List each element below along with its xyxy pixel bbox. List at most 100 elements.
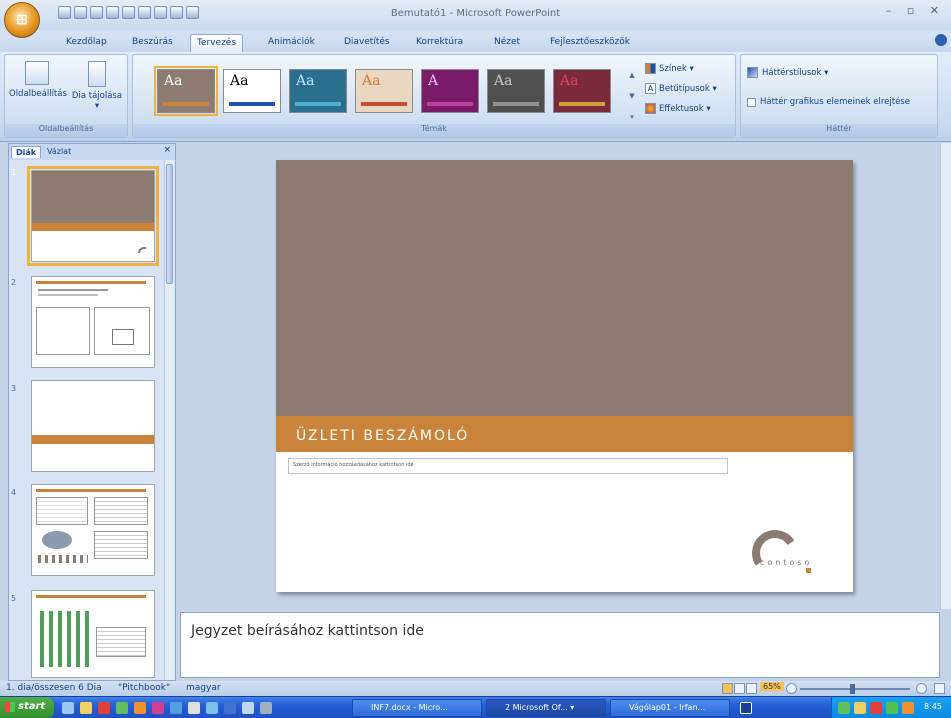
fonts-button[interactable]: A Betűtípusok ▾ bbox=[645, 83, 717, 94]
pane-tabs: Diák Vázlat × bbox=[9, 144, 175, 160]
quicklaunch-app-icon[interactable] bbox=[98, 702, 110, 714]
tab-insert[interactable]: Beszúrás bbox=[126, 34, 179, 52]
taskbar: start INF7.docx - Micro... 2 Microsoft O… bbox=[0, 696, 951, 718]
tab-view[interactable]: Nézet bbox=[488, 34, 526, 52]
gallery-more-icon[interactable]: ▾ bbox=[630, 113, 634, 121]
tab-slideshow[interactable]: Diavetítés bbox=[338, 34, 396, 52]
slide-orientation-button[interactable]: Dia tájolása ▾ bbox=[69, 61, 125, 111]
theme-sample-text: Aa bbox=[296, 73, 315, 89]
quicklaunch-app-icon[interactable] bbox=[116, 702, 128, 714]
page-setup-group: Oldalbeállítás Dia tájolása ▾ Oldalbeáll… bbox=[4, 54, 128, 138]
tray-icon[interactable] bbox=[886, 702, 898, 714]
taskbar-word-button[interactable]: INF7.docx - Micro... bbox=[352, 699, 482, 717]
subtitle-placeholder[interactable]: Szerző információ hozzáadásához kattints… bbox=[288, 458, 728, 474]
zoom-slider-thumb[interactable] bbox=[850, 684, 855, 694]
gallery-up-icon[interactable]: ▲ bbox=[629, 71, 634, 79]
theme-color-bar bbox=[295, 102, 341, 106]
gallery-down-icon[interactable]: ▼ bbox=[629, 92, 634, 100]
hide-background-label: Háttér grafikus elemeinek elrejtése bbox=[760, 97, 910, 107]
help-icon[interactable] bbox=[935, 34, 947, 46]
theme-thumbnail-6[interactable]: Aa bbox=[487, 69, 545, 113]
tab-developer[interactable]: Fejlesztőeszközök bbox=[544, 34, 636, 52]
quicklaunch-app-icon[interactable] bbox=[134, 702, 146, 714]
quicklaunch-ie-icon[interactable] bbox=[62, 702, 74, 714]
theme-thumbnail-5[interactable]: A bbox=[421, 69, 479, 113]
close-pane-icon[interactable]: × bbox=[163, 145, 171, 155]
quicklaunch-app-icon[interactable] bbox=[242, 702, 254, 714]
office-button[interactable]: ⊞ bbox=[4, 2, 40, 38]
theme-thumbnail-4[interactable]: Aa bbox=[355, 69, 413, 113]
scrollbar-thumb[interactable] bbox=[166, 164, 173, 284]
taskbar-irfan-button[interactable]: Vágólap01 - Irfan... bbox=[610, 699, 730, 717]
theme-sample-text: A bbox=[428, 73, 439, 89]
gallery-scroll[interactable]: ▲ ▼ ▾ bbox=[627, 71, 637, 121]
hide-background-graphics[interactable]: Háttér grafikus elemeinek elrejtése bbox=[747, 97, 910, 107]
slide-thumbnail-5[interactable] bbox=[31, 590, 155, 678]
taskbar-button-label: INF7.docx - Micro... bbox=[371, 703, 448, 712]
slide-thumbnail-3[interactable] bbox=[31, 380, 155, 472]
quicklaunch-app-icon[interactable] bbox=[224, 702, 236, 714]
quicklaunch-folder-icon[interactable] bbox=[80, 702, 92, 714]
language-bar-icon[interactable] bbox=[740, 702, 752, 714]
thumb-number: 3 bbox=[11, 384, 17, 393]
slide-counter: 1. dia/összesen 6 Dia bbox=[6, 683, 102, 693]
windows-flag-icon bbox=[5, 702, 15, 712]
theme-name: "Pitchbook" bbox=[118, 683, 171, 693]
quicklaunch-app-icon[interactable] bbox=[260, 702, 272, 714]
slide-thumbnail-4[interactable] bbox=[31, 484, 155, 576]
zoom-slider[interactable] bbox=[800, 688, 910, 690]
window-title: Bemutató1 - Microsoft PowerPoint bbox=[390, 8, 561, 19]
tray-icon[interactable] bbox=[902, 702, 914, 714]
contoso-logo-dot-icon bbox=[806, 568, 811, 573]
hide-background-checkbox[interactable] bbox=[747, 97, 756, 107]
tab-review[interactable]: Korrektúra bbox=[410, 34, 469, 52]
effects-button[interactable]: Effektusok ▾ bbox=[645, 103, 711, 114]
tray-icon[interactable] bbox=[838, 702, 850, 714]
colors-button[interactable]: Színek ▾ bbox=[645, 63, 694, 74]
ribbon-tab-row: Kezdőlap Beszúrás Tervezés Animációk Dia… bbox=[0, 30, 951, 52]
slide-thumbnail-1[interactable] bbox=[27, 166, 159, 266]
tray-icon[interactable] bbox=[870, 702, 882, 714]
slideshow-view-icon[interactable] bbox=[746, 683, 757, 694]
slides-pane-scrollbar[interactable] bbox=[164, 160, 174, 680]
slide-title[interactable]: ÜZLETI BESZÁMOLÓ bbox=[296, 428, 469, 444]
quicklaunch-app-icon[interactable] bbox=[206, 702, 218, 714]
slide-sorter-icon[interactable] bbox=[734, 683, 745, 694]
zoom-out-icon[interactable] bbox=[786, 683, 797, 694]
zoom-in-icon[interactable] bbox=[916, 683, 927, 694]
language[interactable]: magyar bbox=[186, 683, 221, 693]
tab-slides[interactable]: Diák bbox=[11, 146, 42, 158]
background-group: Háttérstílusok ▾ Háttér grafikus elemein… bbox=[740, 54, 938, 138]
fit-to-window-icon[interactable] bbox=[934, 683, 945, 694]
theme-sample-text: Aa bbox=[230, 73, 249, 89]
thumb-number: 1 bbox=[11, 168, 17, 177]
taskbar-button-label: 2 Microsoft Of... ▾ bbox=[505, 703, 575, 712]
theme-thumbnail-1[interactable]: Aa bbox=[154, 66, 218, 116]
clock: 8:45 bbox=[924, 702, 942, 711]
notes-pane[interactable]: Jegyzet beírásához kattintson ide bbox=[180, 612, 940, 678]
editor-vertical-scrollbar[interactable] bbox=[940, 143, 951, 609]
tab-animations[interactable]: Animációk bbox=[262, 34, 321, 52]
background-styles-button[interactable]: Háttérstílusok ▾ bbox=[747, 67, 828, 78]
slide-canvas[interactable]: ÜZLETI BESZÁMOLÓ Szerző információ hozzá… bbox=[276, 160, 853, 592]
window-controls[interactable]: – ▫ ✕ bbox=[886, 4, 945, 17]
quicklaunch-app-icon[interactable] bbox=[170, 702, 182, 714]
thumb-number: 5 bbox=[11, 594, 17, 603]
tray-icon[interactable] bbox=[854, 702, 866, 714]
normal-view-icon[interactable] bbox=[722, 683, 733, 694]
taskbar-office-button[interactable]: 2 Microsoft Of... ▾ bbox=[486, 699, 606, 717]
page-setup-group-label: Oldalbeállítás bbox=[5, 124, 127, 137]
start-button[interactable]: start bbox=[0, 697, 54, 718]
zoom-level[interactable]: 65% bbox=[760, 682, 784, 691]
theme-thumbnail-2[interactable]: Aa bbox=[223, 69, 281, 113]
tab-outline[interactable]: Vázlat bbox=[43, 146, 75, 157]
theme-thumbnail-7[interactable]: Aa bbox=[553, 69, 611, 113]
quicklaunch-app-icon[interactable] bbox=[152, 702, 164, 714]
tab-design[interactable]: Tervezés bbox=[190, 34, 244, 52]
slides-pane: Diák Vázlat × 1 2 3 4 5 bbox=[8, 143, 176, 681]
slide-thumbnail-2[interactable] bbox=[31, 276, 155, 368]
tab-home[interactable]: Kezdőlap bbox=[60, 34, 113, 52]
quicklaunch-app-icon[interactable] bbox=[188, 702, 200, 714]
page-setup-button[interactable]: Oldalbeállítás bbox=[9, 61, 67, 99]
theme-thumbnail-3[interactable]: Aa bbox=[289, 69, 347, 113]
